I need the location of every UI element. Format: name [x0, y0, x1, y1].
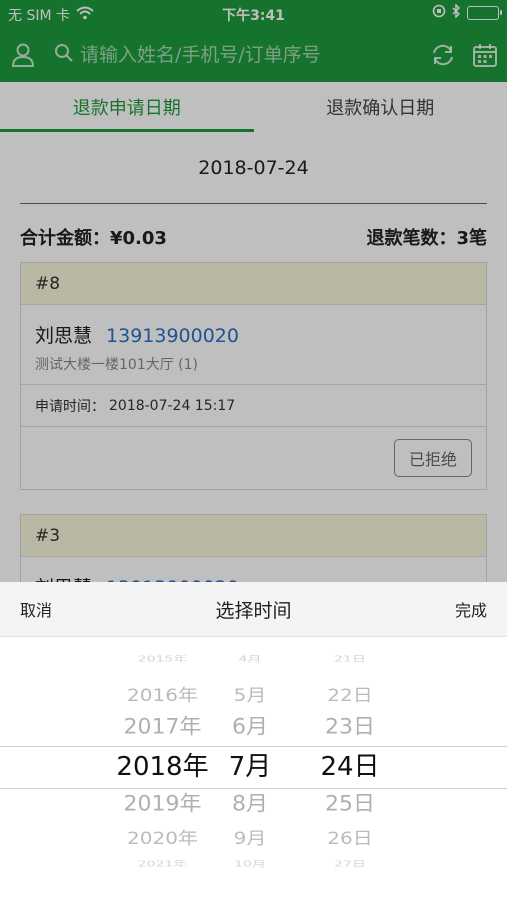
picker-wheels: 2015年 2016年 2017年 2018年 2019年 2020年 2021年 4月 5月…	[0, 637, 507, 900]
day-option[interactable]: 27日	[300, 859, 400, 868]
done-button[interactable]: 完成	[455, 597, 487, 621]
month-option[interactable]: 8月	[205, 792, 295, 817]
month-option[interactable]: 10月	[205, 859, 295, 868]
day-option[interactable]: 23日	[300, 715, 400, 740]
month-option[interactable]: 4月	[205, 654, 295, 663]
day-option[interactable]: 22日	[300, 685, 400, 705]
month-wheel[interactable]: 4月 5月 6月 7月 8月 9月 10月	[205, 637, 295, 900]
cancel-button[interactable]: 取消	[20, 597, 52, 621]
picker-toolbar: 取消 选择时间 完成	[0, 582, 507, 637]
picker-title: 选择时间	[215, 599, 292, 622]
day-wheel[interactable]: 21日 22日 23日 24日 25日 26日 27日	[300, 637, 400, 900]
month-option[interactable]: 7月	[205, 752, 295, 783]
month-option[interactable]: 9月	[205, 828, 295, 848]
day-option[interactable]: 25日	[300, 792, 400, 817]
day-option[interactable]: 24日	[300, 752, 400, 783]
day-option[interactable]: 21日	[300, 654, 400, 663]
month-option[interactable]: 6月	[205, 715, 295, 740]
date-picker: 取消 选择时间 完成 2015年 2016年 2017年 2018年 2019年 2020…	[0, 582, 507, 900]
day-option[interactable]: 26日	[300, 828, 400, 848]
month-option[interactable]: 5月	[205, 685, 295, 705]
